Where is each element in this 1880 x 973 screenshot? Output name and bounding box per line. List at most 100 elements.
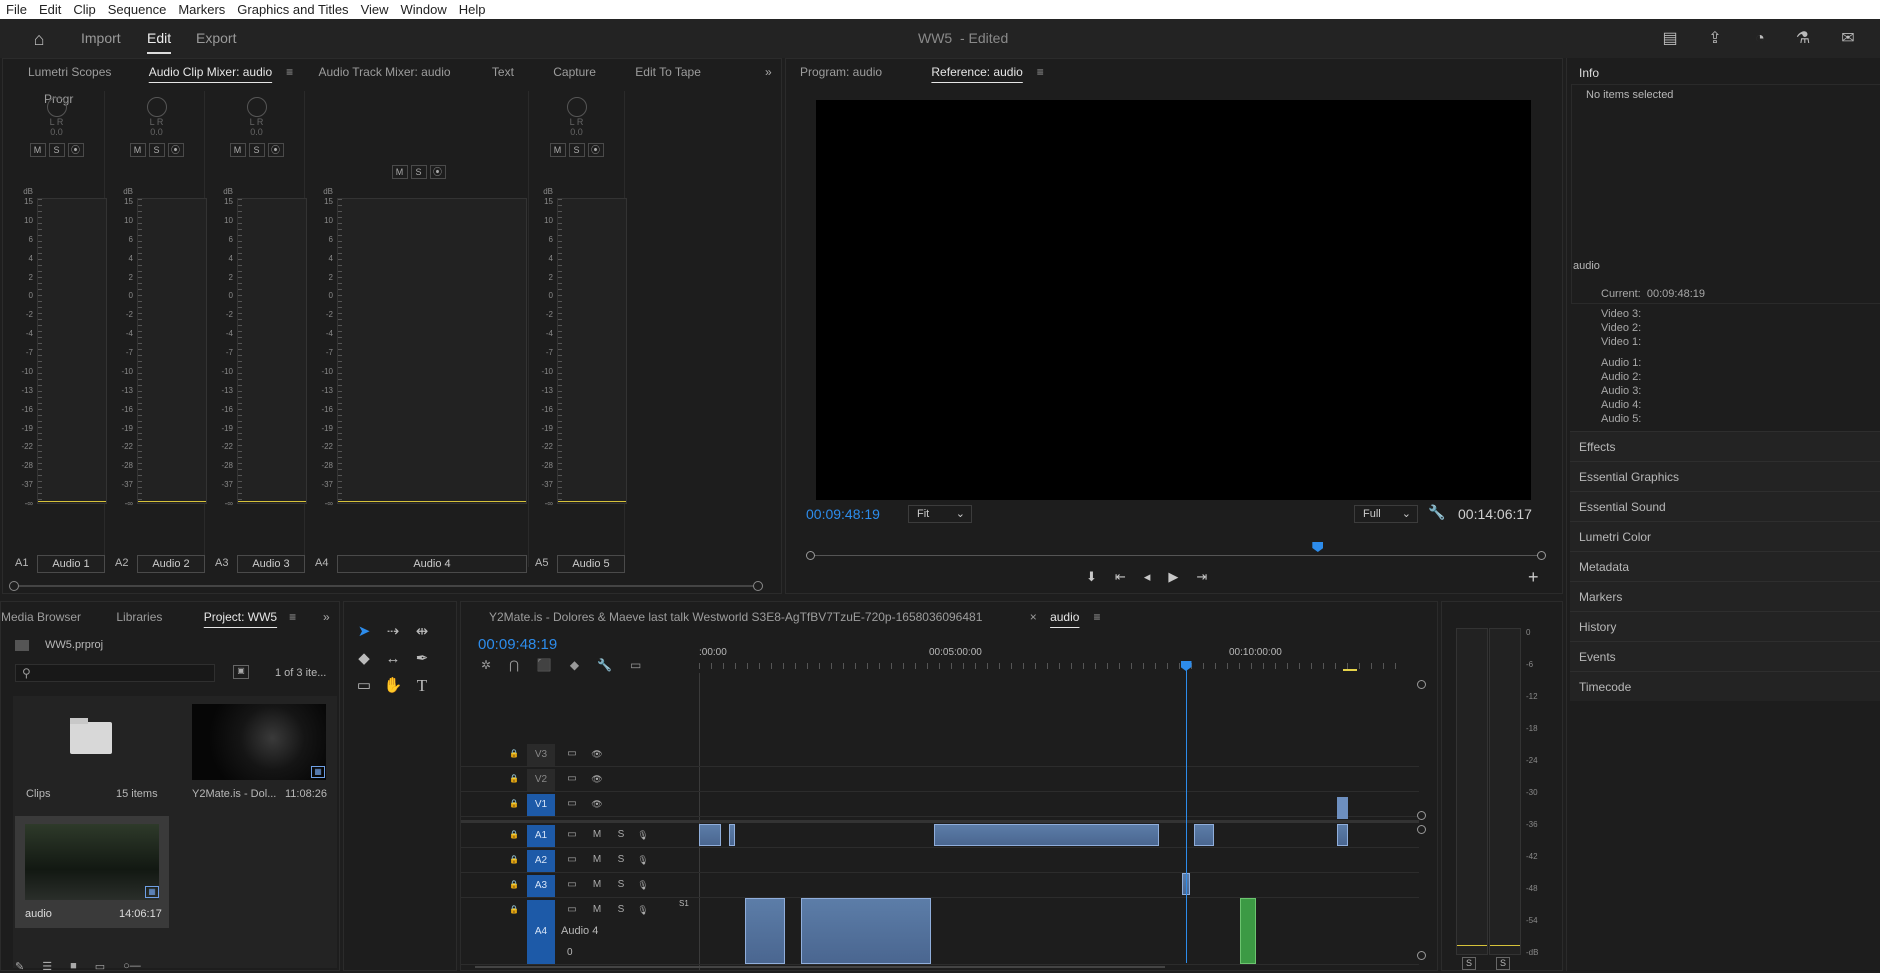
v-scroll-handle-a[interactable] [1417,825,1426,834]
bin-clips[interactable]: Clips 15 items [13,696,168,808]
voiceover-record-icon[interactable]: 🎙 [635,878,651,892]
channel-name-a2[interactable]: Audio 2 [137,555,205,573]
panel-essential-graphics[interactable]: Essential Graphics [1570,461,1880,491]
tab-libraries[interactable]: Libraries [106,604,172,631]
workspaces-icon[interactable]: ▤ [1660,29,1680,49]
fader-rail[interactable] [558,199,562,505]
track-target-v3[interactable]: V3 [527,744,555,766]
fader-rail[interactable] [138,199,142,505]
zoom-select[interactable]: Fit ⌄ [908,505,972,523]
tab-project[interactable]: Project: WW5 [194,604,287,631]
zoom-slider[interactable]: ○— [123,960,141,973]
razor-tool-icon[interactable]: ◆ [353,648,375,670]
track-target-a3[interactable]: A3 [527,875,555,897]
toggle-sync-lock-icon[interactable]: ▭ [564,747,580,761]
mute-track-button[interactable]: M [589,853,605,867]
channel-meter[interactable] [557,198,627,505]
panel-events[interactable]: Events [1570,641,1880,671]
nav-import[interactable]: Import [81,19,121,58]
toggle-sync-lock-icon[interactable]: ▭ [564,828,580,842]
channel-meter[interactable] [37,198,107,505]
panel-lumetri-color[interactable]: Lumetri Color [1570,521,1880,551]
type-tool-icon[interactable]: T [411,675,433,697]
audio-clip-a4-1[interactable] [745,898,785,964]
resolution-select[interactable]: Full ⌄ [1354,505,1418,523]
rectangle-tool-icon[interactable]: ▭ [353,675,375,697]
slip-tool-icon[interactable]: ↔ [382,648,404,670]
add-button-icon[interactable]: + [1528,567,1539,588]
out-handle[interactable] [1537,551,1546,560]
track-target-v2[interactable]: V2 [527,769,555,791]
menu-file[interactable]: File [0,0,33,19]
audio-clip-a1-4[interactable] [1194,824,1214,846]
audio-clip-a1-1[interactable] [699,824,721,846]
mute-track-button[interactable]: M [589,903,605,917]
pen-tool-icon[interactable]: ✒ [411,648,433,670]
in-handle[interactable] [806,551,815,560]
menu-help[interactable]: Help [453,0,492,19]
project-search-input[interactable]: ⚲ [15,664,215,682]
beta-flask-icon[interactable]: ⚗ [1793,29,1813,49]
solo-track-button[interactable]: S [613,903,629,917]
toggle-sync-lock-icon[interactable]: ▭ [564,797,580,811]
pencil-icon[interactable]: ✎ [15,960,24,973]
home-icon[interactable]: ⌂ [29,29,49,49]
panel-metadata[interactable]: Metadata [1570,551,1880,581]
video-display[interactable] [816,100,1531,500]
freeform-view-icon[interactable]: ▭ [95,960,105,973]
panel-timecode[interactable]: Timecode [1570,671,1880,701]
track-target-a4[interactable]: A4 [527,900,555,964]
lock-track-icon[interactable]: 🔒 [506,903,522,917]
hand-tool-icon[interactable]: ✋ [382,675,404,697]
track-target-v1[interactable]: V1 [527,794,555,816]
solo-track-button[interactable]: S [613,828,629,842]
toggle-sync-lock-icon[interactable]: ▭ [564,853,580,867]
channel-meter[interactable] [237,198,307,505]
timeline-playhead[interactable] [1185,661,1187,963]
channel-name-a5[interactable]: Audio 5 [557,555,625,573]
toggle-visibility-icon[interactable]: 👁 [589,772,605,786]
fader-rail[interactable] [38,199,42,505]
nav-export[interactable]: Export [196,19,236,58]
track-target-a2[interactable]: A2 [527,850,555,872]
panel-markers[interactable]: Markers [1570,581,1880,611]
track-volume[interactable]: 0 [567,947,573,958]
toggle-visibility-icon[interactable]: 👁 [589,797,605,811]
menu-graphics[interactable]: Graphics and Titles [231,0,354,19]
solo-left-button[interactable]: S [1462,957,1476,970]
audio-clip-a1-5[interactable] [1337,824,1348,846]
more-tabs-icon[interactable]: » [323,610,330,624]
video-clip[interactable] [1337,797,1348,819]
menu-view[interactable]: View [355,0,395,19]
voiceover-record-icon[interactable]: 🎙 [635,853,651,867]
v-scroll-handle-bottom[interactable] [1417,951,1426,960]
track-select-tool-icon[interactable]: ⇢ [382,621,404,643]
toggle-sync-lock-icon[interactable]: ▭ [564,772,580,786]
panel-essential-sound[interactable]: Essential Sound [1570,491,1880,521]
tab-program[interactable]: Program: audio [790,59,892,86]
menu-window[interactable]: Window [395,0,453,19]
go-to-out-icon[interactable]: ⇥ [1196,569,1207,585]
lock-track-icon[interactable]: 🔒 [506,828,522,842]
settings-wrench-icon[interactable]: 🔧 [1428,504,1445,521]
toggle-sync-lock-icon[interactable]: ▭ [564,903,580,917]
solo-right-button[interactable]: S [1496,957,1510,970]
mixer-scrollbar[interactable] [13,585,761,587]
audio-clip-a1-2[interactable] [729,824,735,846]
add-marker-icon[interactable]: ⬇ [1086,569,1097,585]
menu-edit[interactable]: Edit [33,0,67,19]
voiceover-record-icon[interactable]: 🎙 [635,903,651,917]
solo-track-button[interactable]: S [613,878,629,892]
project-item-y2mate[interactable]: ▦ Y2Mate.is - Dol... 11:08:26 [179,696,337,808]
new-bin-icon[interactable]: ▣ [233,665,249,679]
selection-tool-icon[interactable]: ➤ [353,621,375,643]
fader-rail[interactable] [338,199,342,505]
timeline-hscroll[interactable] [475,966,1165,968]
toggle-sync-lock-icon[interactable]: ▭ [564,878,580,892]
mute-track-button[interactable]: M [589,878,605,892]
current-timecode[interactable]: 00:09:48:19 [806,506,880,522]
share-icon[interactable]: ⇪ [1705,29,1725,49]
menu-icon[interactable]: ≡ [289,610,296,624]
ripple-edit-tool-icon[interactable]: ⇹ [411,621,433,643]
project-item-audio[interactable]: ▦ audio 14:06:17 [15,816,169,928]
